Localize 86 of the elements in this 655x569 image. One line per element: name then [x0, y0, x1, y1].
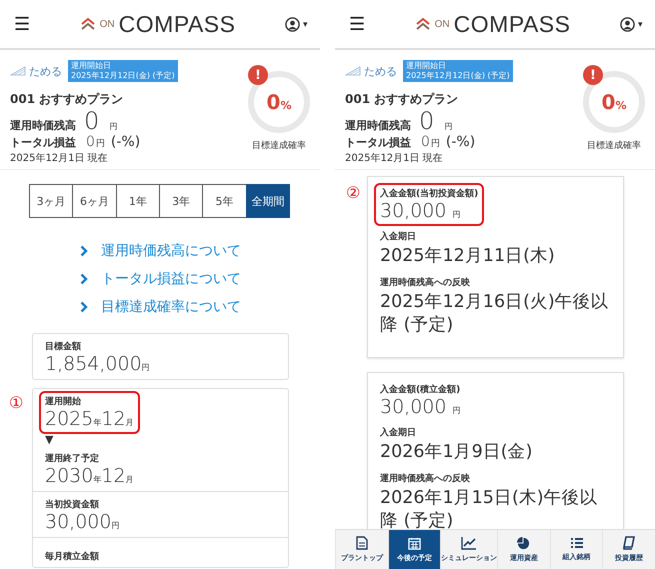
item-label: 運用開始 [45, 396, 82, 408]
item-label: 運用時価残高への反映 [380, 276, 471, 289]
period-tab[interactable]: 3年 [158, 184, 204, 218]
gauge-label: 目標達成確率 [252, 140, 306, 152]
start-date-tag: 運用開始日 2025年12月12日(金) (予定) [403, 60, 513, 82]
period-tab[interactable]: 3ヶ月 [29, 184, 74, 218]
start-date-tag: 運用開始日 2025年12月12日(金) (予定) [68, 60, 178, 82]
calendar-icon [408, 536, 421, 550]
alert-badge: ! [583, 65, 603, 85]
logo-text: COMPASS [118, 10, 236, 38]
item-label: 毎月積立金額 [45, 550, 99, 563]
amount-value: 30,000 円 [380, 396, 461, 418]
pnl-rate: (-%) [446, 134, 476, 150]
pnl-label: トータル損益 [345, 135, 411, 150]
item-label: 運用終了予定 [45, 452, 100, 465]
item-label: 入金期日 [380, 426, 417, 439]
caret-icon: ▾ [303, 19, 308, 29]
item-label: 入金金額(積立金額) [380, 383, 461, 396]
chevron-right-icon [80, 273, 88, 285]
account-button[interactable]: ▾ [620, 16, 643, 32]
value-text: 2025 年 12 月 [45, 408, 134, 430]
help-link[interactable]: 目標達成確率について [101, 298, 241, 316]
logo-text: COMPASS [454, 10, 570, 38]
plan-name: 001 おすすめプラン [345, 91, 460, 108]
balance-value: 0 [419, 108, 434, 134]
period-tab[interactable]: 1年 [116, 184, 160, 218]
pnl-label: トータル損益 [10, 135, 76, 150]
annotation-number: ① [9, 393, 24, 412]
chevron-logo-icon [414, 16, 431, 32]
deposit-date: 2026年1月9日(金) [380, 441, 534, 464]
gauge-value: 0% [266, 90, 292, 114]
balance-value: 0 [84, 108, 100, 134]
amount-value: 30,000 円 [380, 200, 462, 222]
pnl-value: 0 [86, 134, 95, 150]
alert-badge: ! [248, 65, 268, 85]
as-of-date: 2025年12月1日 現在 [10, 152, 109, 165]
chevron-right-icon [80, 301, 88, 313]
user-icon [620, 16, 635, 32]
value-text: 2030 年 12 月 [45, 465, 134, 487]
item-label: 当初投資金額 [45, 498, 100, 511]
reflect-date: 2026年1月15日(木)午後以降 (予定) [380, 487, 599, 533]
user-icon [285, 16, 300, 32]
menu-button[interactable]: ☰ [14, 14, 30, 34]
yen-unit: 円 [430, 138, 440, 150]
pnl-rate: (-%) [110, 134, 140, 150]
plan-name: 001 おすすめプラン [10, 91, 124, 108]
period-tab[interactable]: 全期間 [246, 184, 290, 218]
logo-text-small: ON [100, 18, 115, 30]
yen-unit: 円 [444, 121, 452, 132]
yen-unit: 円 [96, 138, 105, 150]
rising-chart-icon [10, 66, 26, 76]
category-label: ためる [29, 64, 62, 78]
reflect-date: 2025年12月16日(火)午後以降 (予定) [380, 291, 610, 337]
chevron-logo-icon [80, 16, 96, 32]
help-link[interactable]: 運用時価残高について [101, 242, 241, 260]
logo-text-small: ON [434, 18, 450, 30]
item-label: 入金期日 [380, 230, 417, 243]
book-icon [623, 536, 636, 550]
document-icon [356, 536, 368, 550]
item-label: 運用時価残高への反映 [380, 472, 471, 485]
value-text: 1,854,000 円 [45, 353, 150, 375]
down-arrow: ▼ [45, 433, 54, 446]
gauge-label: 目標達成確率 [587, 140, 641, 152]
period-tab[interactable]: 6ヶ月 [72, 184, 117, 218]
item-label: 入金金額(当初投資金額) [380, 187, 478, 200]
annotation-number: ② [346, 183, 360, 202]
rising-chart-icon [345, 66, 361, 76]
pie-chart-icon [517, 536, 530, 550]
caret-icon: ▾ [638, 19, 643, 29]
list-icon [570, 537, 584, 549]
as-of-date: 2025年12月1日 現在 [345, 152, 444, 165]
period-tab[interactable]: 5年 [202, 184, 247, 218]
deposit-date: 2025年12月11日(木) [380, 245, 556, 268]
value-text: 30,000 円 [45, 511, 120, 533]
help-link[interactable]: トータル損益について [101, 270, 241, 288]
item-label: 目標金額 [45, 340, 82, 353]
yen-unit: 円 [109, 121, 118, 132]
category-label: ためる [364, 64, 397, 78]
gauge-value: 0% [602, 90, 626, 114]
account-button[interactable]: ▾ [285, 16, 308, 32]
balance-label: 運用時価残高 [345, 118, 411, 133]
balance-label: 運用時価残高 [10, 118, 76, 133]
line-chart-icon [461, 536, 478, 550]
chevron-right-icon [80, 245, 88, 257]
pnl-value: 0 [421, 134, 430, 150]
menu-button[interactable]: ☰ [349, 14, 366, 34]
